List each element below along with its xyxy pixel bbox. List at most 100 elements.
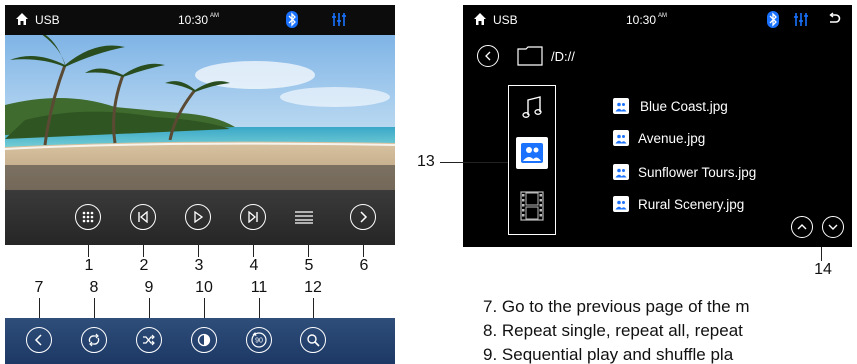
callout-line [94,298,95,318]
image-file-icon [613,98,629,114]
file-item[interactable]: Sunflower Tours.jpg [613,163,756,181]
folder-icon [517,46,543,66]
description-line: 8. Repeat single, repeat all, repeat [483,321,743,340]
callout-line [143,245,144,257]
callout-line [313,298,314,318]
callout-number: 4 [249,257,259,274]
callout-number: 2 [139,257,149,274]
grid-dots-icon [82,211,94,223]
file-name: Sunflower Tours.jpg [638,164,757,180]
rotate-label: 90 [255,338,263,345]
next-track-button[interactable] [240,204,266,230]
skip-next-icon [248,211,258,223]
bluetooth-icon[interactable] [286,11,298,28]
rotate-button[interactable]: 90 [246,327,272,353]
callout-line [308,245,309,257]
zoom-icon [307,334,320,347]
rotate-90-icon: 90 [251,332,267,348]
beach-photo [5,35,395,190]
play-button[interactable] [185,204,211,230]
photo-player-screen: USB 10:30 AM [5,5,395,245]
skip-previous-icon [138,211,148,223]
chevron-left-icon [485,51,491,61]
previous-page-button[interactable] [26,327,52,353]
bluetooth-icon[interactable] [767,11,779,28]
callout-line [149,298,150,318]
equalizer-icon[interactable] [793,12,809,27]
callout-line [198,245,199,257]
photo-icon [521,143,543,163]
file-name: Rural Scenery.jpg [638,196,745,212]
callout-number: 12 [304,279,322,296]
file-item[interactable]: Rural Scenery.jpg [613,195,744,213]
repeat-icon [88,333,100,347]
callout-number: 1 [84,257,94,274]
callout-line [39,298,40,318]
callout-number: 3 [194,257,204,274]
home-icon[interactable] [473,12,487,26]
media-type-panel [508,85,556,235]
callout-line [440,162,508,163]
file-browser-screen: USB 10:30 AM /D:// Blue Coast.jpg Avenue… [463,5,852,247]
chevron-down-icon [828,224,838,230]
grid-menu-button[interactable] [75,204,101,230]
callout-line [253,245,254,257]
status-bar: USB 10:30 AM [5,5,395,35]
callout-line [259,298,260,318]
source-label: USB [493,13,518,27]
shuffle-icon [143,334,155,346]
control-bar [5,190,395,245]
callout-line [821,247,822,261]
previous-track-button[interactable] [130,204,156,230]
play-icon [194,211,204,223]
callout-number: 11 [250,279,268,296]
clock: 10:30 AM [626,13,668,27]
description-line: 9. Sequential play and shuffle pla [483,345,734,364]
return-icon[interactable] [827,12,841,26]
callout-number: 6 [359,257,369,274]
callout-number: 8 [89,279,99,296]
stage: USB 10:30 AM 1 2 3 4 5 6 7 8 9 10 11 12 … [0,0,857,364]
file-name: Blue Coast.jpg [640,98,728,114]
home-icon[interactable] [15,12,29,26]
current-path: /D:// [551,49,575,64]
callout-line [363,245,364,257]
zoom-button[interactable] [300,327,326,353]
shuffle-button[interactable] [136,327,162,353]
list-icon [295,211,313,224]
clock: 10:30 AM [178,13,220,27]
chevron-right-icon [360,211,368,223]
list-button[interactable] [295,210,313,229]
folder-back-button[interactable] [477,45,499,67]
callout-number: 7 [34,279,44,296]
contrast-icon [197,333,211,347]
photo-filter[interactable] [516,137,548,169]
file-item[interactable]: Blue Coast.jpg [613,97,728,115]
image-file-icon [613,130,629,146]
repeat-button[interactable] [81,327,107,353]
music-filter[interactable] [516,92,548,124]
callout-line [204,298,205,318]
video-filter[interactable] [516,190,548,222]
file-name: Avenue.jpg [638,130,706,146]
callout-number: 13 [417,153,435,170]
chevron-up-icon [797,224,807,230]
scroll-down-button[interactable] [822,216,844,238]
music-note-icon [522,96,542,118]
equalizer-icon[interactable] [331,12,347,27]
description-line: 7. Go to the previous page of the m [483,297,750,316]
callout-number: 9 [144,279,154,296]
image-file-icon [613,196,629,212]
file-item[interactable]: Avenue.jpg [613,129,705,147]
source-label: USB [35,13,60,27]
secondary-control-bar: 90 [5,318,395,364]
callout-line [88,245,89,257]
callout-number: 10 [195,279,213,296]
contrast-button[interactable] [191,327,217,353]
film-icon [520,191,544,221]
scroll-up-button[interactable] [791,216,813,238]
callout-number: 14 [814,261,832,278]
image-file-icon [613,164,629,180]
next-page-button[interactable] [350,204,376,230]
status-bar: USB 10:30 AM [463,5,852,35]
